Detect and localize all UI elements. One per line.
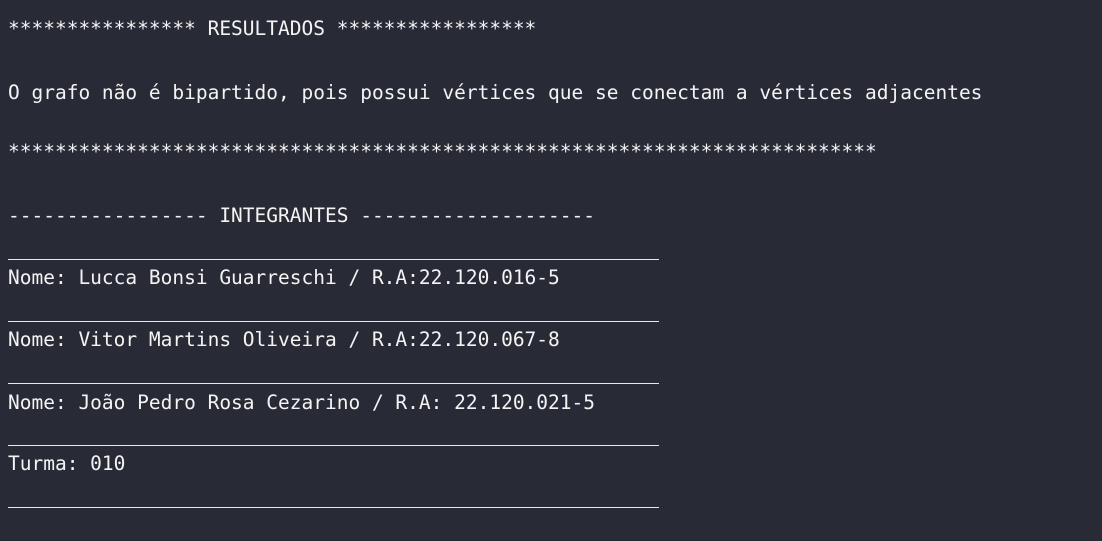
separator-rule [8,259,659,260]
separator-rule [8,445,659,446]
class-line: Turma: 010 [8,452,126,475]
members-header: ----------------- INTEGRANTES ----------… [8,204,595,227]
result-message: O grafo não é bipartido, pois possui vér… [8,81,983,104]
separator-rule [8,383,659,384]
member-line: Nome: João Pedro Rosa Cezarino / R.A: 22… [8,391,595,414]
separator-rule [8,321,659,322]
terminal-output: **************** RESULTADOS ************… [0,0,1102,541]
results-header: **************** RESULTADOS ************… [8,17,537,40]
results-footer: ****************************************… [8,140,877,163]
member-line: Nome: Vitor Martins Oliveira / R.A:22.12… [8,328,560,351]
member-line: Nome: Lucca Bonsi Guarreschi / R.A:22.12… [8,266,560,289]
separator-rule [8,507,659,508]
